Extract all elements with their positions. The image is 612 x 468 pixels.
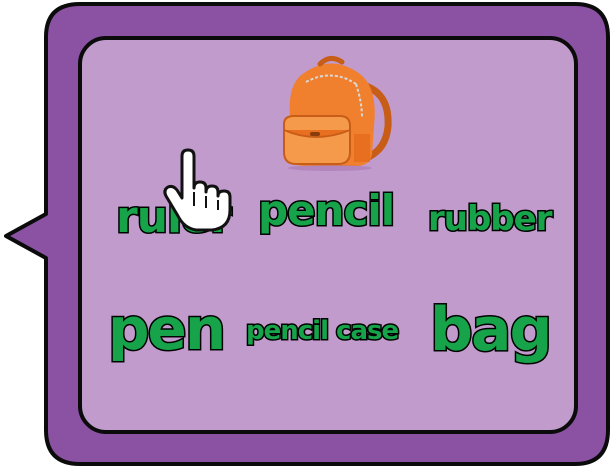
word-pencil[interactable]: pencil <box>256 188 396 233</box>
hand-pointer-icon <box>163 148 232 232</box>
word-pencil-case[interactable]: pencil case <box>244 317 400 346</box>
backpack-icon <box>283 56 392 171</box>
word-pen[interactable]: pen <box>106 299 227 360</box>
word-rubber[interactable]: rubber <box>426 201 554 238</box>
word-bag[interactable]: bag <box>428 299 553 362</box>
